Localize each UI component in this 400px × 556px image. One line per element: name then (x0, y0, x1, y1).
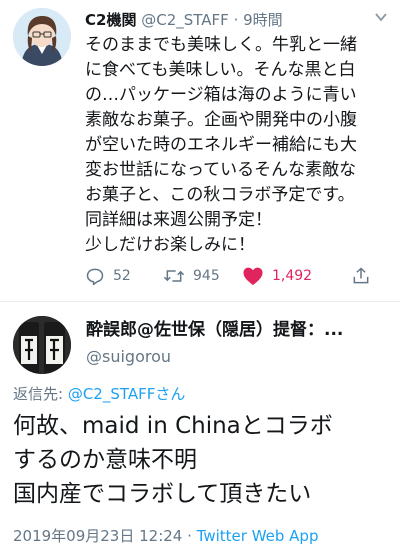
tweet-text-line: の…パッケージ箱は海のように青い (85, 85, 357, 105)
reply-icon (86, 268, 104, 286)
display-name[interactable]: C2機関 (85, 11, 136, 29)
tweet-text-line: に食べても美味しい。そんな黒と白 (85, 60, 356, 80)
reply-count: 52 (113, 268, 131, 284)
tweet-text-line: が空いた時のエネルギー補給にも大 (85, 135, 357, 155)
tweet-text: 何故、maid in Chinaとコラボ するのか意味不明 国内産でコラボして頂… (13, 409, 398, 511)
avatar-illustration (13, 8, 71, 66)
divider (0, 301, 400, 302)
source-link[interactable]: Twitter Web App (197, 527, 319, 545)
share-button[interactable] (351, 264, 379, 288)
like-button[interactable]: 1,492 (242, 264, 312, 288)
reply-context: 返信先: @C2_STAFFさん (13, 383, 185, 405)
tweet-text-line: 変お世話になっているそんな素敵な (85, 160, 357, 180)
handle[interactable]: @suigorou (86, 345, 171, 369)
tweet-text-line: 国内産でコラボして頂きたい (13, 481, 312, 507)
like-count: 1,492 (272, 268, 313, 284)
display-name[interactable]: 酔誤郎@佐世保（隠居）提督：... (86, 318, 386, 342)
chevron-down-icon[interactable] (372, 10, 390, 28)
tweet-text-line: 少しだけお楽しみに！ (85, 235, 255, 255)
reply-prefix: 返信先: (13, 385, 68, 403)
tweet-text-line: 同詳細は来週公開予定！ (85, 210, 272, 230)
reply-button[interactable]: 52 (85, 264, 131, 288)
retweet-count: 945 (193, 268, 220, 284)
tweet-text-line: するのか意味不明 (13, 447, 197, 473)
meta-separator: · (233, 11, 239, 29)
retweet-button[interactable]: 945 (163, 264, 220, 288)
tweet-text-line: お菓子と、この秋コラボ予定です。 (85, 185, 355, 205)
avatar-bottles-image (13, 316, 71, 374)
avatar[interactable] (13, 8, 71, 66)
avatar[interactable] (13, 316, 71, 374)
tweet-text-line: そのままでも美味しく。牛乳と一緒 (85, 35, 357, 55)
retweet-icon (163, 270, 185, 282)
tweet-text-line: 何故、maid in Chinaとコラボ (13, 413, 333, 439)
tweet-timestamp[interactable]: 2019年09月23日 12:24 (13, 527, 182, 545)
handle[interactable]: @C2_STAFF (141, 11, 229, 29)
tweet-header: C2機関 @C2_STAFF · 9時間 (85, 8, 370, 32)
share-icon (353, 267, 369, 284)
heart-icon (243, 267, 263, 286)
tweet-time[interactable]: 9時間 (243, 11, 283, 29)
tweet-original[interactable]: C2機関 @C2_STAFF · 9時間 そのままでも美味しく。牛乳と一緒 に食… (0, 0, 400, 300)
tweet-actions: 52 945 1,492 (85, 264, 385, 288)
reply-to-link[interactable]: @C2_STAFFさん (68, 385, 186, 403)
footer-separator: · (182, 527, 197, 545)
tweet-text: そのままでも美味しく。牛乳と一緒 に食べても美味しい。そんな黒と白 の…パッケー… (85, 33, 395, 258)
tweet-footer: 2019年09月23日 12:24 · Twitter Web App (13, 525, 318, 547)
tweet-text-line: 素敵なお菓子。企画や開発中の小腹 (85, 110, 357, 130)
